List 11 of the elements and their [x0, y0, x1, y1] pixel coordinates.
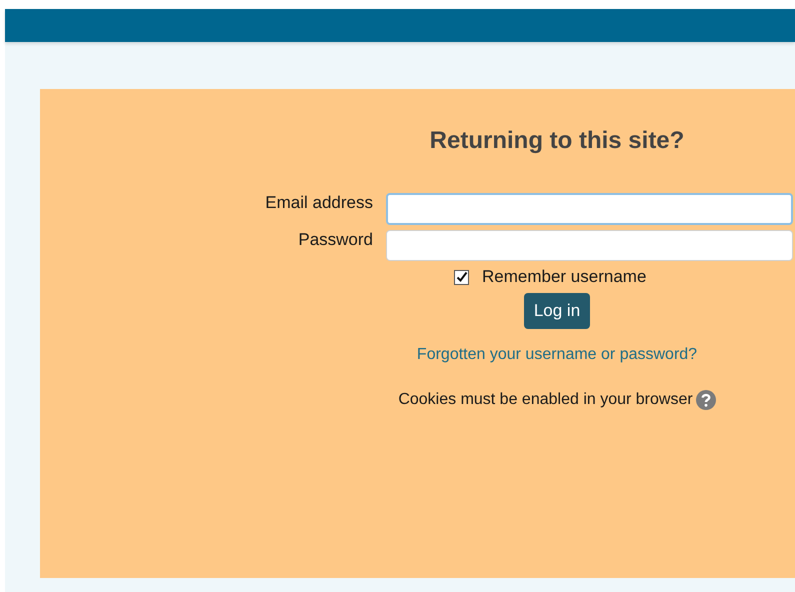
cookies-note: Cookies must be enabled in your browser [398, 391, 693, 409]
field-label: Password [298, 230, 373, 251]
remember-label: Remember username [482, 267, 646, 287]
field-label: Email address [265, 193, 373, 214]
forgot-password-link[interactable]: Forgotten your username or password? [416, 346, 698, 364]
email-field[interactable] [386, 193, 793, 225]
password-field[interactable] [386, 230, 793, 261]
login-title: Returning to this site? [430, 127, 684, 155]
help-icon[interactable] [696, 390, 716, 410]
remember-checkbox[interactable] [454, 270, 469, 284]
login-button[interactable]: Log in [524, 293, 590, 329]
